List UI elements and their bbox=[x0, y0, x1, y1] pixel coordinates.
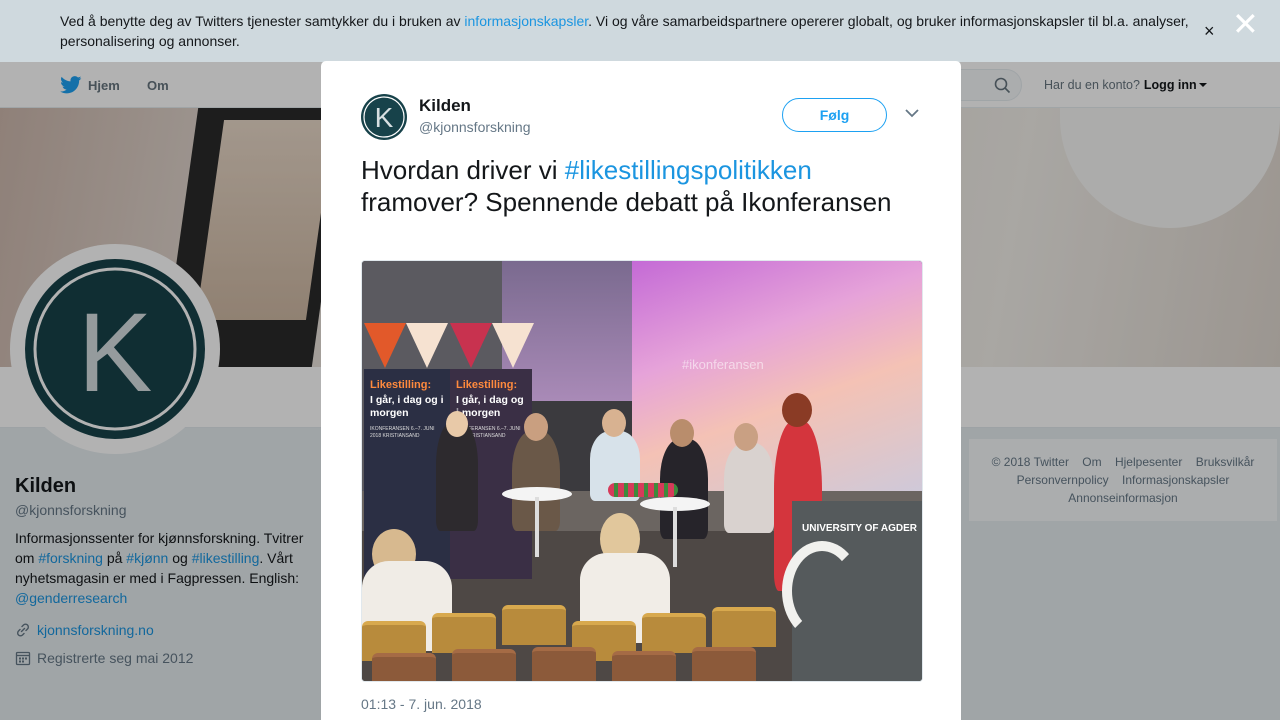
photo-lectern-text: UNIVERSITY OF AGDER bbox=[802, 523, 918, 534]
tweet-hashtag-link[interactable]: #likestillingspolitikken bbox=[565, 155, 812, 185]
tweet-timestamp[interactable]: 01:13 - 7. jun. 2018 bbox=[361, 696, 482, 712]
photo-person-head bbox=[670, 419, 694, 447]
photo-seat bbox=[432, 613, 496, 653]
photo-person-head bbox=[446, 411, 468, 437]
photo-seat bbox=[452, 649, 516, 681]
close-icon[interactable]: ✕ bbox=[1232, 8, 1259, 40]
tweet-avatar[interactable]: K bbox=[361, 94, 407, 140]
photo-screen-text: #ikonferansen bbox=[682, 357, 764, 372]
photo-person-head bbox=[602, 409, 626, 437]
banner-subtitle: I går, i dag og i morgen bbox=[456, 394, 524, 419]
photo-seat bbox=[532, 647, 596, 681]
photo-flowers bbox=[608, 483, 678, 497]
photo-seat bbox=[612, 651, 676, 681]
tweet-photo[interactable]: #ikonferansen Likestilling: I går, i dag… bbox=[361, 260, 923, 682]
cookie-link[interactable]: informasjonskapsler bbox=[464, 13, 588, 29]
photo-table-leg bbox=[673, 507, 677, 567]
photo-table-leg bbox=[535, 497, 539, 557]
cookie-text-start: Ved å benytte deg av Twitters tjenester … bbox=[60, 13, 465, 29]
banner-small-text: IKONFERANSEN 6.–7. JUNI 2018 KRISTIANSAN… bbox=[370, 426, 435, 439]
photo-person-head bbox=[782, 393, 812, 427]
photo-person-head bbox=[524, 413, 548, 441]
photo-seat bbox=[372, 653, 436, 681]
tweet-author-name[interactable]: Kilden bbox=[419, 96, 471, 116]
tweet-avatar-letter: K bbox=[375, 102, 394, 133]
photo-seat bbox=[692, 647, 756, 681]
cookie-text: Ved å benytte deg av Twitters tjenester … bbox=[60, 11, 1200, 51]
chevron-down-icon[interactable] bbox=[905, 109, 919, 118]
banner-title: Likestilling: bbox=[370, 379, 432, 391]
banner-subtitle: I går, i dag og i morgen bbox=[370, 394, 444, 419]
follow-button[interactable]: Følg bbox=[782, 98, 887, 132]
tweet-author-handle[interactable]: @kjonnsforskning bbox=[419, 119, 531, 135]
photo-person bbox=[724, 443, 774, 533]
photo-logo-wave bbox=[782, 541, 862, 641]
tweet-modal: K Kilden @kjonnsforskning Følg Hvordan d… bbox=[321, 61, 961, 720]
photo-person bbox=[436, 421, 478, 531]
tweet-text-start: Hvordan driver vi bbox=[361, 155, 565, 185]
banner-title: Likestilling: bbox=[456, 379, 518, 391]
photo-seat bbox=[502, 605, 566, 645]
tweet-text-end: framover? Spennende debatt på Ikonferans… bbox=[361, 187, 892, 217]
photo-seat bbox=[712, 607, 776, 647]
cookie-banner: Ved å benytte deg av Twitters tjenester … bbox=[0, 0, 1280, 62]
photo-person-head bbox=[734, 423, 758, 451]
tweet-text: Hvordan driver vi #likestillingspolitikk… bbox=[361, 154, 921, 218]
cookie-close-icon[interactable]: × bbox=[1204, 22, 1215, 40]
